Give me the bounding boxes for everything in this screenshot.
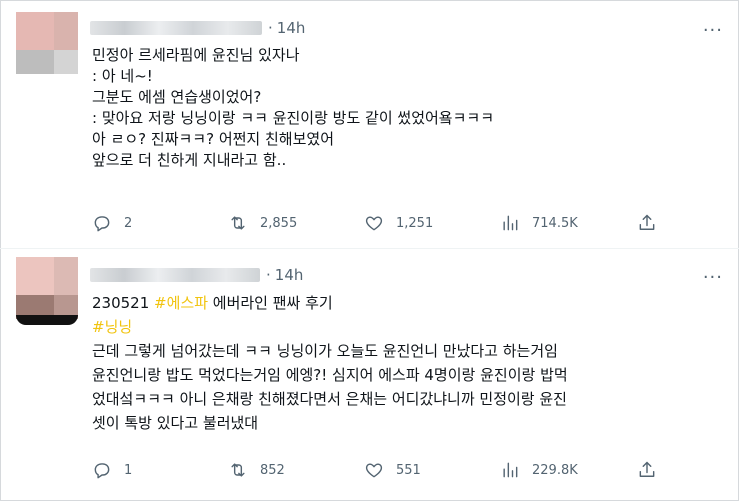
hashtag-aespa[interactable]: #에스파 — [154, 294, 208, 312]
reply-count: 1 — [124, 462, 133, 478]
avatar[interactable] — [16, 12, 78, 74]
tweet-text: 민정아 르세라핌에 윤진님 있자나 : 아 네~! 그분도 에셈 연습생이었어?… — [92, 45, 719, 171]
tweet-actions: 1 852 551 229.8K — [92, 458, 717, 482]
reply-icon — [94, 463, 110, 479]
views-button[interactable]: 229.8K — [500, 460, 637, 480]
tweet-line: 아 ㄹㅇ? 진짜ㅋㅋ? 어쩐지 친해보였어 — [92, 130, 334, 148]
post-date: 230521 — [92, 294, 150, 312]
like-count: 551 — [396, 462, 421, 478]
hashtag-ningning[interactable]: #닝닝 — [92, 317, 719, 338]
timestamp[interactable]: 14h — [277, 19, 306, 37]
avatar[interactable] — [16, 257, 78, 319]
tweet-first-line: 230521 #에스파 에버라인 팬싸 후기 — [92, 293, 719, 314]
reply-button[interactable]: 2 — [92, 213, 228, 233]
retweet-button[interactable]: 852 — [228, 460, 364, 480]
tweet-line: 민정아 르세라핌에 윤진님 있자나 — [92, 46, 300, 64]
tweet-header: · 14h — [90, 16, 305, 40]
views-icon — [503, 462, 518, 478]
avatar-edge — [16, 315, 78, 325]
tweet-line: 앞으로 더 친하게 지내라고 함.. — [92, 151, 287, 169]
tweet-line: 었대섴ㅋㅋㅋ 아니 은채랑 친해졌다면서 은채는 어디갔냐니까 민정이랑 윤진 — [92, 390, 567, 408]
reply-button[interactable]: 1 — [92, 460, 228, 480]
like-icon — [365, 216, 383, 231]
reply-icon — [94, 216, 110, 232]
retweet-count: 2,855 — [260, 215, 298, 231]
share-icon — [639, 214, 655, 230]
tweet-header: · 14h — [90, 263, 303, 287]
retweet-icon — [231, 216, 245, 230]
share-button[interactable] — [637, 460, 657, 480]
tweet-line: 그분도 에셈 연습생이었어? — [92, 88, 262, 106]
separator-dot: · — [266, 266, 271, 284]
retweet-count: 852 — [260, 462, 285, 478]
reply-count: 2 — [124, 215, 133, 231]
more-icon[interactable]: ··· — [703, 22, 723, 40]
tweet-line: : 아 네~! — [92, 67, 153, 85]
like-button[interactable]: 551 — [364, 460, 500, 480]
tweet-text: 230521 #에스파 에버라인 팬싸 후기 #닝닝 근데 그렇게 넘어갔는데 … — [92, 293, 719, 434]
tweet-2[interactable]: · 14h ··· 230521 #에스파 에버라인 팬싸 후기 #닝닝 근데 … — [0, 249, 739, 501]
view-count: 229.8K — [532, 462, 578, 478]
more-icon[interactable]: ··· — [703, 269, 723, 287]
tweet-actions: 2 2,855 1,251 714.5K — [92, 211, 717, 235]
like-icon — [365, 463, 383, 478]
tweet-line: : 맞아요 저랑 닝닝이랑 ㅋㅋ 윤진이랑 방도 같이 썼었어욬ㅋㅋㅋ — [92, 109, 495, 127]
tweet-line-rest: 에버라인 팬싸 후기 — [208, 294, 333, 312]
retweet-button[interactable]: 2,855 — [228, 213, 364, 233]
like-button[interactable]: 1,251 — [364, 213, 500, 233]
views-button[interactable]: 714.5K — [500, 213, 637, 233]
retweet-icon — [231, 463, 245, 477]
author-name-redacted[interactable] — [90, 268, 260, 282]
tweet-line: 셋이 톡방 있다고 불러냈대 — [92, 414, 259, 432]
separator-dot: · — [268, 19, 273, 37]
author-name-redacted[interactable] — [90, 21, 262, 35]
view-count: 714.5K — [532, 215, 578, 231]
tweet-line: 윤진언니랑 밥도 먹었다는거임 에엥?! 심지어 에스파 4명이랑 윤진이랑 밥… — [92, 366, 568, 384]
like-count: 1,251 — [396, 215, 434, 231]
views-icon — [503, 215, 518, 231]
share-button[interactable] — [637, 213, 657, 233]
share-icon — [639, 461, 655, 477]
tweet-line: 근데 그렇게 넘어갔는데 ㅋㅋ 닝닝이가 오늘도 윤진언니 만났다고 하는거임 — [92, 342, 558, 360]
tweet-1[interactable]: · 14h ··· 민정아 르세라핌에 윤진님 있자나 : 아 네~! 그분도 … — [0, 0, 739, 248]
timestamp[interactable]: 14h — [275, 266, 304, 284]
